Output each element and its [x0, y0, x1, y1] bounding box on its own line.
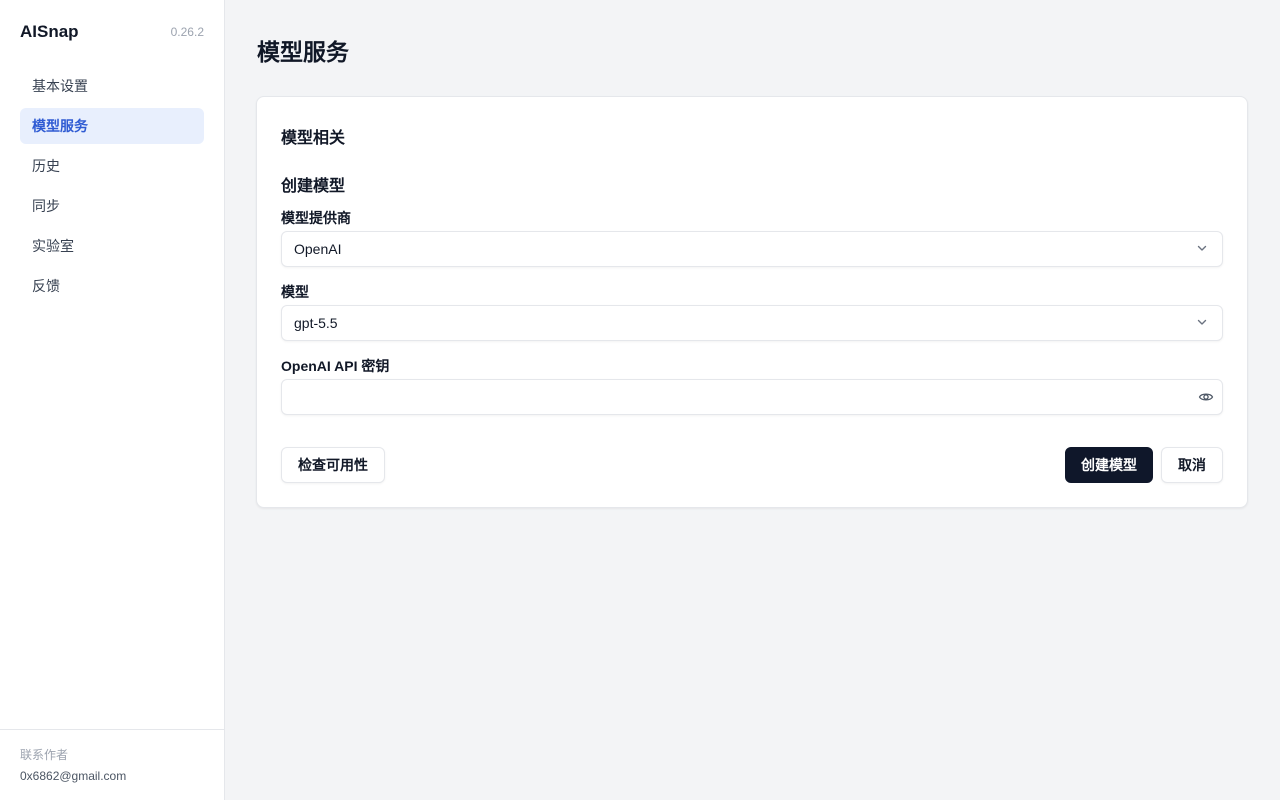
api-key-input[interactable]	[282, 380, 1182, 414]
sidebar-item-basic-settings[interactable]: 基本设置	[20, 68, 204, 104]
eye-icon[interactable]	[1198, 389, 1214, 405]
sidebar-item-lab[interactable]: 实验室	[20, 228, 204, 264]
contact-email[interactable]: 0x6862@gmail.com	[20, 769, 224, 783]
model-select[interactable]: gpt-5.5	[281, 305, 1223, 341]
create-model-button[interactable]: 创建模型	[1065, 447, 1153, 483]
provider-label: 模型提供商	[281, 210, 351, 226]
brand-row: AISnap 0.26.2	[20, 22, 204, 42]
provider-select[interactable]: OpenAI	[281, 231, 1223, 267]
app-version: 0.26.2	[170, 25, 204, 39]
chevron-down-icon	[1196, 241, 1208, 257]
sidebar-item-sync[interactable]: 同步	[20, 188, 204, 224]
page-title: 模型服务	[257, 39, 349, 65]
sidebar-nav: 基本设置 模型服务 历史 同步 实验室 反馈	[20, 68, 204, 308]
contact-label: 联系作者	[20, 748, 69, 762]
api-key-field	[281, 379, 1223, 415]
sidebar: AISnap 0.26.2 基本设置 模型服务 历史 同步 实验室 反馈 联系作…	[0, 0, 225, 800]
app-brand: AISnap	[20, 22, 79, 41]
provider-value: OpenAI	[294, 241, 342, 257]
model-card: 模型相关 创建模型 模型提供商 OpenAI 模型 gpt-5.5 OpenAI…	[256, 96, 1248, 508]
model-label: 模型	[281, 284, 309, 300]
sidebar-footer: 联系作者 0x6862@gmail.com	[0, 729, 224, 800]
cancel-button[interactable]: 取消	[1161, 447, 1223, 483]
sidebar-item-feedback[interactable]: 反馈	[20, 268, 204, 304]
api-key-label: OpenAI API 密钥	[281, 358, 390, 374]
chevron-down-icon	[1196, 315, 1208, 331]
check-availability-button[interactable]: 检查可用性	[281, 447, 385, 483]
sidebar-item-model-service[interactable]: 模型服务	[20, 108, 204, 144]
sidebar-item-history[interactable]: 历史	[20, 148, 204, 184]
model-value: gpt-5.5	[294, 315, 338, 331]
section-title: 模型相关	[281, 130, 346, 147]
create-model-title: 创建模型	[281, 178, 346, 195]
